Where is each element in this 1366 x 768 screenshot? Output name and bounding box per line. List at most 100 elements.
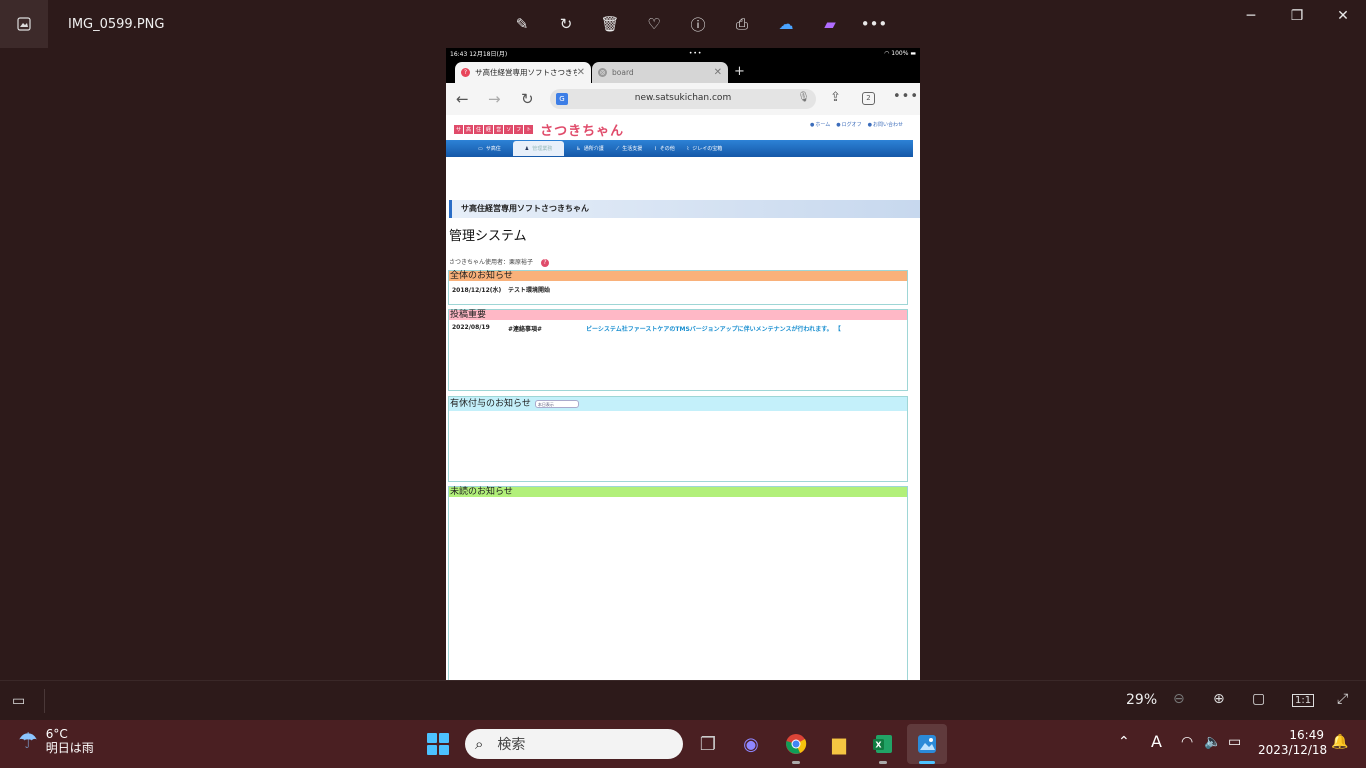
file-explorer-icon[interactable]: ▆ xyxy=(825,730,853,758)
panel-title: 有休付与のお知らせ xyxy=(450,399,531,409)
photos-taskbar-icon[interactable] xyxy=(907,724,947,764)
file-name: IMG_0599.PNG xyxy=(68,16,165,32)
delete-icon[interactable]: 🗑 xyxy=(598,12,622,36)
rotate-icon[interactable]: ↻ xyxy=(554,12,578,36)
broom-icon: ⟋ xyxy=(615,146,620,152)
reload-icon[interactable]: ↻ xyxy=(521,90,534,108)
post-date: 2022/08/19 xyxy=(452,324,490,331)
zoom-level: 29% xyxy=(1126,692,1158,708)
panel-title: 全体のお知らせ xyxy=(449,271,907,281)
clock-time: 16:49 xyxy=(1289,728,1324,742)
tab-count-button[interactable]: 2 xyxy=(862,92,875,105)
url-field[interactable]: G new.satsukichan.com 🎙 xyxy=(550,89,816,109)
address-bar: ← → ↻ G new.satsukichan.com 🎙 ⇪ 2 ••• xyxy=(446,83,920,115)
maximize-button[interactable]: ❐ xyxy=(1274,0,1320,32)
forward-icon[interactable]: → xyxy=(488,90,501,108)
list-item[interactable]: 2022/08/19 #連絡事項# ビーシステム社ファーストケアのTMSバージョ… xyxy=(449,320,907,333)
new-tab-icon[interactable]: + xyxy=(734,64,745,79)
taskbar-clock[interactable]: 16:49 2023/12/18 xyxy=(1258,728,1328,758)
zoom-in-icon[interactable]: ⊕ xyxy=(1213,691,1225,707)
clock-date: 2023/12/18 xyxy=(1258,743,1328,757)
zoom-out-icon[interactable]: ⊖ xyxy=(1173,691,1185,707)
chrome-icon[interactable] xyxy=(782,730,810,764)
close-button[interactable]: ✕ xyxy=(1320,0,1366,32)
web-page: サ 高 住 経 営 ソ フ ト さつきちゃん ホーム ログオフ お問い合わせ ▭… xyxy=(446,115,920,680)
tab-title: サ高住経営専用ソフトさつきちゃ xyxy=(475,68,577,77)
multitask-dots-icon: ••• xyxy=(688,49,703,57)
tab-close-icon[interactable]: ✕ xyxy=(577,67,585,78)
panel-title: 投稿重要 xyxy=(449,310,907,320)
all-notice-panel: 全体のお知らせ 2018/12/12(水) テスト環境開始 xyxy=(448,270,908,305)
url-text: new.satsukichan.com xyxy=(634,93,732,103)
important-post-panel: 投稿重要 2022/08/19 #連絡事項# ビーシステム社ファーストケアのTM… xyxy=(448,309,908,391)
tab-satsukichan[interactable]: ? サ高住経営専用ソフトさつきちゃ ✕ xyxy=(455,62,591,83)
logo-char: 高 xyxy=(464,125,474,134)
taskbar-search[interactable]: ⌕ 検索 xyxy=(465,729,683,759)
print-icon[interactable]: ⎙ xyxy=(730,12,754,36)
user-info: さつきちゃん使用者：栗原裕子? xyxy=(449,257,550,267)
teams-chat-icon[interactable]: ◉ xyxy=(737,730,765,758)
display-select[interactable]: 本日表示 xyxy=(534,400,579,408)
nav-item-life-support[interactable]: ⟋ 生活支援 xyxy=(616,145,643,152)
umbrella-icon: ☂ xyxy=(18,729,38,754)
nav-item-treasure[interactable]: ⌇ ジレイの宝箱 xyxy=(687,145,722,152)
top-links: ホーム ログオフ お問い合わせ xyxy=(810,121,903,128)
photos-bottom-bar: ▭ 29% ⊖ ⊕ ▢ 1:1 ⤢ xyxy=(0,680,1366,720)
task-view-icon[interactable]: ❐ xyxy=(694,730,722,758)
tab-close-icon[interactable]: ✕ xyxy=(714,67,722,78)
back-icon[interactable]: ← xyxy=(456,90,469,108)
more-options-icon[interactable]: ••• xyxy=(861,12,888,36)
taskbar: ☂ 6°C 明日は雨 ⌕ 検索 ❐ ◉ ▆ X ⌃ A ◠ 🔈 ▭ 16:49 … xyxy=(0,720,1366,768)
contact-link[interactable]: お問い合わせ xyxy=(868,121,903,128)
wifi-icon[interactable]: ◠ xyxy=(1181,734,1193,750)
nav-item-sakoju[interactable]: ▭ サ高住 xyxy=(478,145,501,152)
bed-icon: ▭ xyxy=(478,146,483,152)
help-icon[interactable]: ? xyxy=(541,259,550,267)
temperature: 6°C xyxy=(45,727,68,741)
status-battery: 100% xyxy=(891,49,909,57)
favorite-icon[interactable]: ♡ xyxy=(642,12,666,36)
nav-item-other[interactable]: ⌇ その他 xyxy=(654,145,674,152)
onedrive-icon[interactable]: ☁ xyxy=(774,12,798,36)
notification-bell-icon[interactable]: 🔔 xyxy=(1331,734,1348,750)
clip-icon: ⌇ xyxy=(654,146,657,152)
photo-viewer-image: 16:43 12月18日(月) ••• ◠ 100% ▬ ? サ高住経営専用ソフ… xyxy=(446,48,920,680)
volume-icon[interactable]: 🔈 xyxy=(1204,734,1221,750)
chevron-up-icon[interactable]: ⌃ xyxy=(1118,734,1130,750)
home-link[interactable]: ホーム xyxy=(810,121,830,128)
post-message[interactable]: ビーシステム社ファーストケアのTMSバージョンアップに伴いメンテナンスが行われま… xyxy=(586,324,841,333)
tab-board[interactable]: ◎ board ✕ xyxy=(592,62,728,83)
microphone-icon[interactable]: 🎙 xyxy=(797,92,810,103)
excel-icon[interactable]: X xyxy=(869,730,897,764)
info-icon[interactable]: ⓘ xyxy=(686,12,710,36)
clip-icon: ⌇ xyxy=(686,146,690,152)
start-button[interactable] xyxy=(427,733,449,755)
share-icon[interactable]: ⇪ xyxy=(830,90,841,105)
fullscreen-icon[interactable]: ⤢ xyxy=(1337,691,1348,707)
filmstrip-icon[interactable]: ▭ xyxy=(12,693,25,709)
search-icon: ⌕ xyxy=(475,735,484,753)
logo-char: 住 xyxy=(474,125,484,134)
weather-widget[interactable]: ☂ 6°C 明日は雨 xyxy=(18,727,94,756)
logoff-link[interactable]: ログオフ xyxy=(836,121,862,128)
battery-icon[interactable]: ▭ xyxy=(1228,734,1241,750)
forecast: 明日は雨 xyxy=(45,741,94,755)
browser-menu-icon[interactable]: ••• xyxy=(893,89,919,104)
site-logo[interactable]: サ 高 住 経 営 ソ フ ト さつきちゃん xyxy=(454,120,624,139)
minimize-button[interactable]: ─ xyxy=(1228,0,1274,32)
logo-char: 経 xyxy=(484,125,494,134)
list-item[interactable]: 2018/12/12(水) テスト環境開始 xyxy=(449,281,907,294)
nav-item-day-care[interactable]: ♿ 通所介護 xyxy=(576,145,604,152)
nav-item-management[interactable]: ♟ 管理業務 xyxy=(512,141,565,156)
status-date: 12月18日(月) xyxy=(469,50,508,58)
site-nav-bar: ▭ サ高住 ♟ 管理業務 ♿ 通所介護 ⟋ 生活支援 ⌇ その他 ⌇ ジレイの宝箱 xyxy=(446,140,913,157)
actual-size-icon[interactable]: 1:1 xyxy=(1292,694,1315,707)
fit-to-window-icon[interactable]: ▢ xyxy=(1252,691,1265,707)
edit-icon[interactable]: ✎ xyxy=(510,12,534,36)
svg-text:X: X xyxy=(875,741,882,750)
photos-app-icon[interactable] xyxy=(0,0,48,48)
page-title: 管理システム xyxy=(449,229,527,244)
ime-indicator[interactable]: A xyxy=(1151,732,1162,751)
browser-tab-strip: ? サ高住経営専用ソフトさつきちゃ ✕ ◎ board ✕ + xyxy=(446,58,920,83)
clipchamp-icon[interactable]: ▰ xyxy=(818,12,842,36)
